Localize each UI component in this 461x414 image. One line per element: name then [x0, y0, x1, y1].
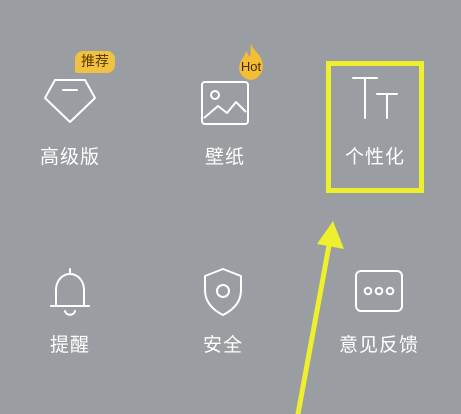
arrow-annotation — [295, 221, 344, 414]
